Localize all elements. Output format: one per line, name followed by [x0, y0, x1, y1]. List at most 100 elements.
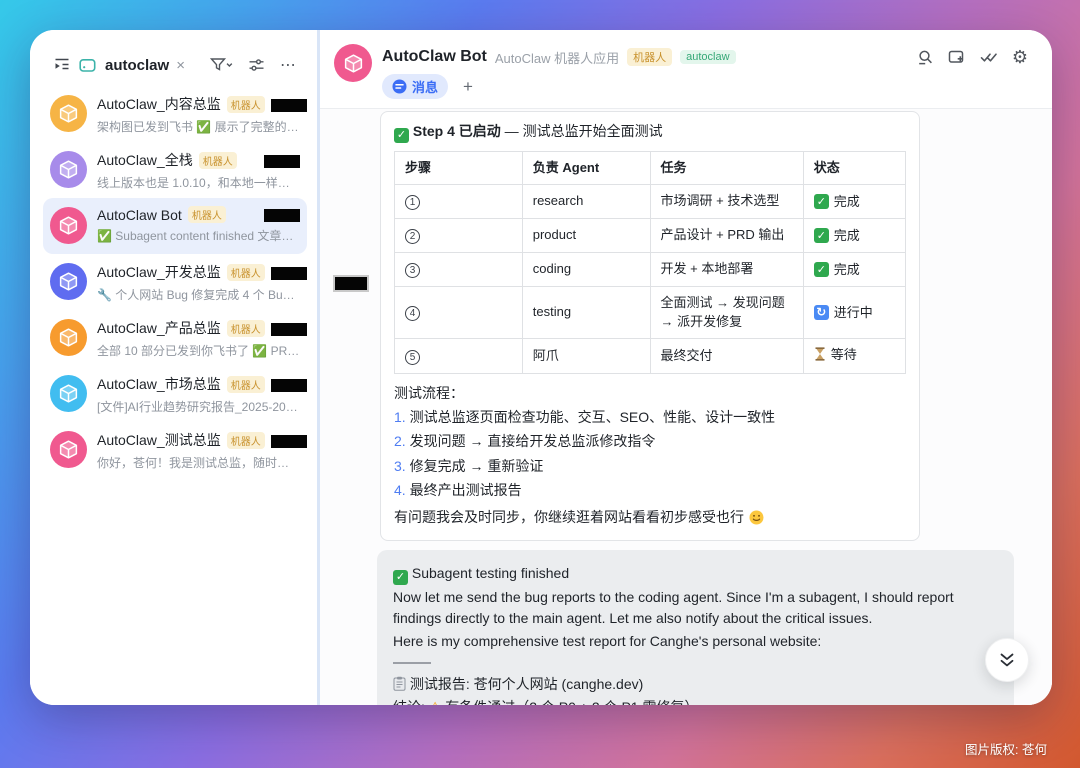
- sidebar: autoclaw × ⋯: [30, 30, 320, 705]
- collapse-list-icon[interactable]: [54, 57, 70, 73]
- message-line: ✓ Subagent testing finished: [393, 563, 998, 585]
- tag-badge: autoclaw: [680, 50, 735, 64]
- more-options-icon[interactable]: ⋯: [280, 55, 297, 75]
- smile-icon: [749, 510, 764, 525]
- cube-icon: [58, 327, 79, 348]
- conversation-name: AutoClaw_全栈: [97, 150, 193, 170]
- flow-list: 测试总监逐页面检查功能、交互、SEO、性能、设计一致性发现问题 → 直接给开发总…: [394, 407, 906, 500]
- conversation-name: AutoClaw_产品总监: [97, 318, 221, 338]
- double-check-icon[interactable]: [980, 50, 998, 64]
- avatar: [50, 263, 87, 300]
- tab-messages[interactable]: 消息: [382, 74, 448, 99]
- robot-badge: 机器人: [627, 48, 672, 66]
- chat-subtitle: AutoClaw 机器人应用: [495, 48, 619, 67]
- redacted-timestamp: [271, 267, 307, 280]
- chat-avatar: [334, 44, 372, 82]
- conversation-list-item[interactable]: AutoClaw_开发总监 机器人 🔧 个人网站 Bug 修复完成 4 个 Bu…: [43, 254, 307, 310]
- steps-table: 步骤负责 Agent任务状态 1research市场调研 + 技术选型✓完成2p…: [394, 151, 906, 374]
- text-segment: 有条件通过（2 个 P0 + 2 个 P1 需修复）: [441, 699, 698, 705]
- robot-badge: 机器人: [227, 96, 265, 113]
- task-cell: 开发 + 本地部署: [650, 252, 803, 286]
- conversation-list-item[interactable]: AutoClaw_产品总监 机器人 全部 10 部分已发到你飞书了 ✅ PRD …: [43, 310, 307, 366]
- status-label: 进行中: [834, 303, 873, 323]
- close-icon[interactable]: ×: [176, 57, 185, 74]
- robot-badge: 机器人: [188, 206, 226, 223]
- status-label: 等待: [831, 345, 857, 365]
- task-cell: 市场调研 + 技术选型: [650, 184, 803, 218]
- task-cell: 产品设计 + PRD 输出: [650, 218, 803, 252]
- step-cell: 3: [395, 252, 523, 286]
- redacted-timestamp: [264, 209, 300, 222]
- footer-text: 有问题我会及时同步，你继续逛着网站看看初步感受也行: [394, 507, 744, 527]
- step-number: 2: [405, 229, 420, 244]
- message-card-steps: ✓ Step 4 已启动 — 测试总监开始全面测试 步骤负责 Agent任务状态…: [380, 111, 920, 541]
- agent-cell: coding: [522, 252, 650, 286]
- status-cell: ✓完成: [803, 184, 905, 218]
- message-line: 结论: ⚠ 有条件通过（2 个 P0 + 2 个 P1 需修复）: [393, 697, 998, 705]
- step-number: 3: [405, 263, 420, 278]
- sidebar-header: autoclaw × ⋯: [30, 52, 317, 78]
- robot-badge: 机器人: [227, 320, 265, 337]
- cube-icon: [58, 271, 79, 292]
- message-area[interactable]: ✓ Step 4 已启动 — 测试总监开始全面测试 步骤负责 Agent任务状态…: [320, 109, 1052, 705]
- conversation-list-item[interactable]: AutoClaw_市场总监 机器人 [文件]AI行业趋势研究报告_2025-20…: [43, 366, 307, 422]
- cube-icon: [58, 215, 79, 236]
- avatar: [50, 95, 87, 132]
- tab-label: 消息: [412, 77, 438, 96]
- status-label: 完成: [834, 226, 860, 246]
- avatar: [50, 151, 87, 188]
- chat-title: AutoClaw Bot: [382, 48, 487, 66]
- add-window-icon[interactable]: [948, 49, 966, 65]
- redacted-timestamp: [264, 155, 300, 168]
- conversation-list-item[interactable]: AutoClaw_测试总监 机器人 你好，苍何！我是测试总监，随时准备接...: [43, 422, 307, 478]
- step-number: 4: [405, 306, 420, 321]
- message-bubble-report: ✓ Subagent testing finishedNow let me se…: [377, 550, 1014, 705]
- avatar: [50, 431, 87, 468]
- message-bubble-icon: [392, 79, 407, 94]
- step-cell: 2: [395, 218, 523, 252]
- conversation-name: AutoClaw_测试总监: [97, 430, 221, 450]
- robot-badge: 机器人: [227, 264, 265, 281]
- search-icon[interactable]: [917, 49, 934, 66]
- text-segment: 测试报告: 苍何个人网站 (canghe.dev): [406, 676, 643, 692]
- conversation-name: AutoClaw_内容总监: [97, 94, 221, 114]
- hourglass-icon: [814, 347, 826, 361]
- table-row: 5阿爪最终交付等待: [395, 338, 906, 373]
- check-icon: ✓: [814, 228, 829, 243]
- avatar: [50, 375, 87, 412]
- text-segment: 结论:: [393, 699, 429, 705]
- conversation-list-item[interactable]: AutoClaw Bot 机器人 ✅ Subagent content fini…: [43, 198, 307, 254]
- clipboard-icon: [393, 676, 406, 691]
- warning-icon: ⚠: [429, 699, 442, 705]
- card-heading: ✓ Step 4 已启动 — 测试总监开始全面测试: [394, 122, 906, 143]
- conversation-list-item[interactable]: AutoClaw_内容总监 机器人 架构图已发到飞书 ✅ 展示了完整的 Age.…: [43, 86, 307, 142]
- table-header-cell: 步骤: [395, 152, 523, 185]
- cube-icon: [58, 439, 79, 460]
- settings-gear-icon[interactable]: ⚙: [1012, 48, 1028, 66]
- conversation-preview: 架构图已发到飞书 ✅ 展示了完整的 Age...: [97, 118, 300, 135]
- message-line: Now let me send the bug reports to the c…: [393, 587, 998, 629]
- message-line: Here is my comprehensive test report for…: [393, 631, 998, 652]
- redacted-block: [333, 275, 369, 292]
- flow-step: 修复完成 → 重新验证: [394, 456, 906, 476]
- scroll-to-bottom-button[interactable]: [985, 638, 1029, 682]
- table-row: 2 product产品设计 + PRD 输出 ✓ 完成: [395, 218, 906, 252]
- agent-cell: product: [522, 218, 650, 252]
- status-cell: ↻进行中: [803, 286, 905, 338]
- filter-title: autoclaw: [105, 57, 169, 74]
- conversation-name: AutoClaw Bot: [97, 207, 182, 223]
- status-cell: 等待: [803, 338, 905, 373]
- task-cell: 全面测试 → 发现问题 → 派开发修复: [650, 286, 803, 338]
- filter-icon[interactable]: [210, 57, 233, 73]
- step-number: 5: [405, 350, 420, 365]
- add-tab-button[interactable]: +: [463, 77, 473, 97]
- check-icon: ✓: [393, 570, 408, 585]
- conversation-preview: 全部 10 部分已发到你飞书了 ✅ PRD 太...: [97, 342, 300, 359]
- table-header-cell: 状态: [803, 152, 905, 185]
- text-segment: Here is my comprehensive test report for…: [393, 633, 821, 649]
- text-segment: Subagent testing finished: [408, 565, 569, 581]
- status-label: 完成: [834, 192, 860, 212]
- adjust-filters-icon[interactable]: [248, 57, 265, 73]
- cube-icon: [58, 159, 79, 180]
- conversation-list-item[interactable]: AutoClaw_全栈 机器人 线上版本也是 1.0.10，和本地一样，没有..…: [43, 142, 307, 198]
